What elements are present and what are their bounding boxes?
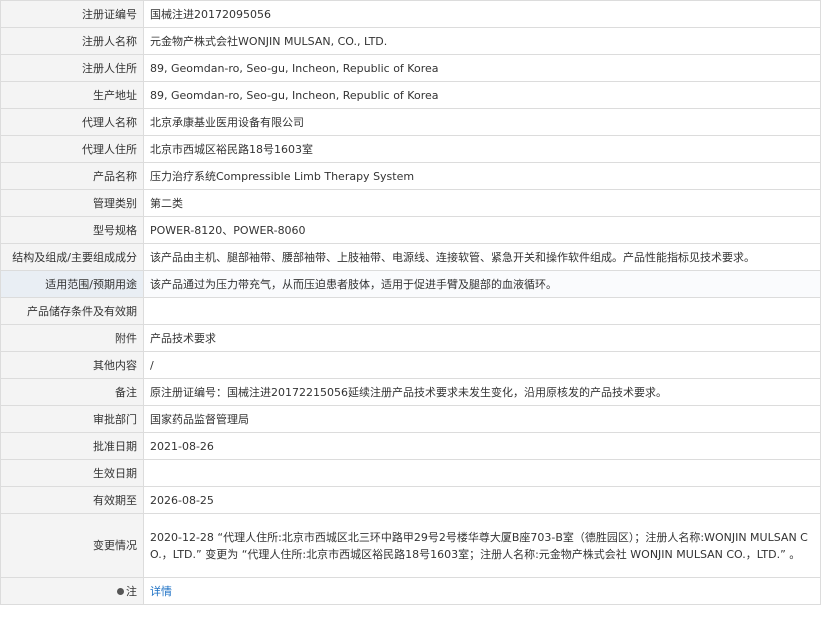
row-valid-until: 有效期至 2026-08-25 [0,486,821,514]
row-label: 型号规格 [0,216,144,244]
row-value [143,459,821,487]
row-approval-department: 审批部门 国家药品监督管理局 [0,405,821,433]
row-value: 89, Geomdan-ro, Seo-gu, Incheon, Republi… [143,54,821,82]
row-attachments: 附件 产品技术要求 [0,324,821,352]
row-value: 元金物产株式会社WONJIN MULSAN, CO., LTD. [143,27,821,55]
row-label: 生效日期 [0,459,144,487]
row-value: 国家药品监督管理局 [143,405,821,433]
row-product-name: 产品名称 压力治疗系统Compressible Limb Therapy Sys… [0,162,821,190]
row-label: 代理人名称 [0,108,144,136]
row-label: 变更情况 [0,513,144,578]
details-link[interactable]: 详情 [150,585,172,598]
row-note: 注 详情 [0,577,821,605]
row-value: / [143,351,821,379]
row-label: 产品储存条件及有效期 [0,297,144,325]
row-value: 2021-08-26 [143,432,821,460]
row-label: 注册人名称 [0,27,144,55]
row-intended-use: 适用范围/预期用途 该产品通过为压力带充气，从而压迫患者肢体，适用于促进手臂及腿… [0,270,821,298]
row-label: 管理类别 [0,189,144,217]
row-management-category: 管理类别 第二类 [0,189,821,217]
row-agent-name: 代理人名称 北京承康基业医用设备有限公司 [0,108,821,136]
row-change-history: 变更情况 2020-12-28 “代理人住所:北京市西城区北三环中路甲29号2号… [0,513,821,578]
row-value [143,297,821,325]
row-label: 产品名称 [0,162,144,190]
row-label: 生产地址 [0,81,144,109]
row-value: 北京承康基业医用设备有限公司 [143,108,821,136]
row-label: 适用范围/预期用途 [0,270,144,298]
row-label: 有效期至 [0,486,144,514]
row-label: 其他内容 [0,351,144,379]
row-value: 产品技术要求 [143,324,821,352]
row-value: 压力治疗系统Compressible Limb Therapy System [143,162,821,190]
row-model-spec: 型号规格 POWER-8120、POWER-8060 [0,216,821,244]
row-structure-composition: 结构及组成/主要组成成分 该产品由主机、腿部袖带、腰部袖带、上肢袖带、电源线、连… [0,243,821,271]
row-effective-date: 生效日期 [0,459,821,487]
row-other-content: 其他内容 / [0,351,821,379]
row-production-address: 生产地址 89, Geomdan-ro, Seo-gu, Incheon, Re… [0,81,821,109]
row-value: 原注册证编号：国械注进20172215056延续注册产品技术要求未发生变化，沿用… [143,378,821,406]
row-value: 第二类 [143,189,821,217]
row-agent-address: 代理人住所 北京市西城区裕民路18号1603室 [0,135,821,163]
row-label: 注册人住所 [0,54,144,82]
row-value: POWER-8120、POWER-8060 [143,216,821,244]
row-label: 注册证编号 [0,0,144,28]
registration-info-table: 注册证编号 国械注进20172095056 注册人名称 元金物产株式会社WONJ… [0,0,821,605]
row-registrant-address: 注册人住所 89, Geomdan-ro, Seo-gu, Incheon, R… [0,54,821,82]
row-approval-date: 批准日期 2021-08-26 [0,432,821,460]
row-label: 批准日期 [0,432,144,460]
row-label: 结构及组成/主要组成成分 [0,243,144,271]
pin-icon [117,587,124,595]
row-value: 2020-12-28 “代理人住所:北京市西城区北三环中路甲29号2号楼华尊大厦… [143,513,821,578]
row-registration-number: 注册证编号 国械注进20172095056 [0,0,821,28]
row-storage-validity: 产品储存条件及有效期 [0,297,821,325]
row-label: 附件 [0,324,144,352]
note-value-cell: 详情 [143,577,821,605]
row-value: 该产品通过为压力带充气，从而压迫患者肢体，适用于促进手臂及腿部的血液循环。 [143,270,821,298]
row-value: 89, Geomdan-ro, Seo-gu, Incheon, Republi… [143,81,821,109]
row-value: 2026-08-25 [143,486,821,514]
row-label: 备注 [0,378,144,406]
row-value: 国械注进20172095056 [143,0,821,28]
row-remarks: 备注 原注册证编号：国械注进20172215056延续注册产品技术要求未发生变化… [0,378,821,406]
row-label: 审批部门 [0,405,144,433]
note-label: 注 [126,584,137,598]
row-value: 该产品由主机、腿部袖带、腰部袖带、上肢袖带、电源线、连接软管、紧急开关和操作软件… [143,243,821,271]
row-value: 北京市西城区裕民路18号1603室 [143,135,821,163]
note-label-cell: 注 [0,577,144,605]
row-registrant-name: 注册人名称 元金物产株式会社WONJIN MULSAN, CO., LTD. [0,27,821,55]
row-label: 代理人住所 [0,135,144,163]
